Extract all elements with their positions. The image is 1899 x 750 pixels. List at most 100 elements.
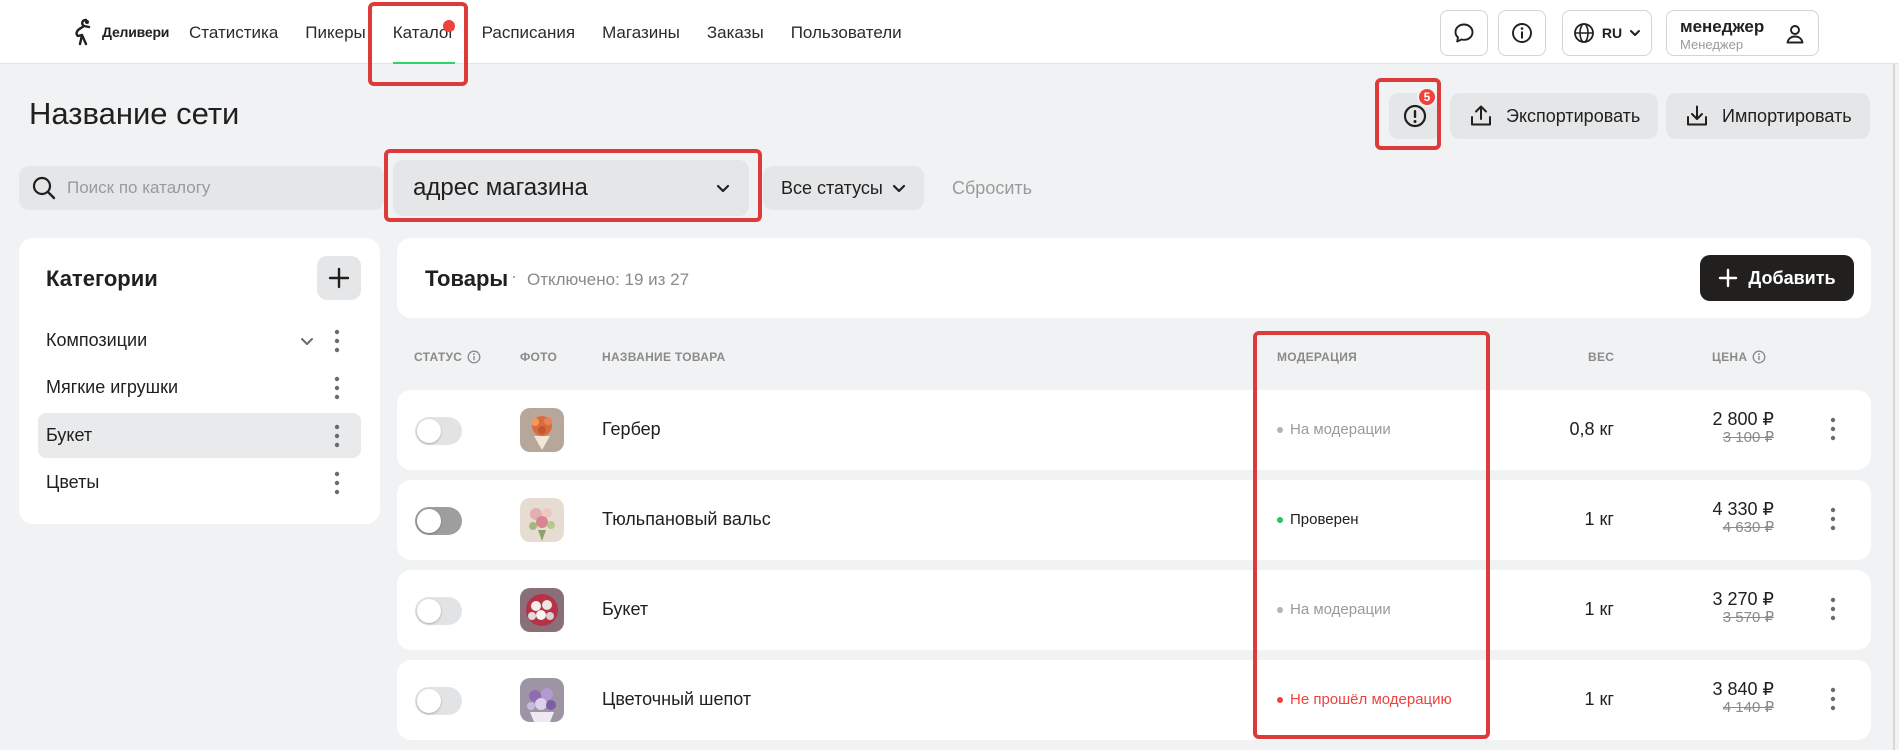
product-photo[interactable] bbox=[520, 588, 564, 632]
nav-pickers[interactable]: Пикеры bbox=[305, 0, 365, 64]
chevron-down-icon[interactable] bbox=[299, 333, 315, 349]
price-current: 3 840 ₽ bbox=[1712, 679, 1775, 699]
plus-icon bbox=[1719, 268, 1738, 288]
language-label: RU bbox=[1601, 25, 1623, 41]
moderation-status: На модерации bbox=[1277, 601, 1391, 618]
col-header-photo: ФОТО bbox=[520, 350, 558, 364]
table-row[interactable]: Тюльпановый вальс Проверен 1 кг 4 330 ₽ … bbox=[397, 480, 1871, 560]
status-toggle[interactable] bbox=[415, 507, 462, 535]
table-row[interactable]: Букет На модерации 1 кг 3 270 ₽ 3 570 ₽ bbox=[397, 570, 1871, 650]
nav-statistics[interactable]: Статистика bbox=[189, 0, 278, 64]
moderation-label: На модерации bbox=[1290, 601, 1391, 618]
category-label: Букет bbox=[46, 425, 93, 445]
product-name[interactable]: Тюльпановый вальс bbox=[602, 509, 771, 530]
more-vertical-icon[interactable] bbox=[333, 470, 341, 496]
category-label: Композиции bbox=[46, 330, 148, 350]
status-toggle[interactable] bbox=[415, 417, 462, 445]
status-toggle[interactable] bbox=[415, 597, 462, 625]
category-item[interactable]: Цветы bbox=[38, 460, 361, 505]
nav-users[interactable]: Пользователи bbox=[791, 0, 902, 64]
col-header-status: СТАТУС bbox=[414, 350, 481, 364]
store-address-select[interactable]: адрес магазина bbox=[393, 160, 749, 216]
col-price-label: ЦЕНА bbox=[1712, 350, 1748, 364]
bouquet-thumbnail-icon bbox=[520, 498, 564, 542]
toggle-knob bbox=[417, 509, 441, 533]
nav-orders[interactable]: Заказы bbox=[707, 0, 764, 64]
info-button[interactable] bbox=[1498, 10, 1546, 56]
catalog-search[interactable] bbox=[19, 166, 384, 210]
table-row[interactable]: Гербер На модерации 0,8 кг 2 800 ₽ 3 100… bbox=[397, 390, 1871, 470]
more-vertical-icon[interactable] bbox=[1829, 416, 1837, 442]
info-icon bbox=[1512, 23, 1532, 43]
category-item-selected[interactable]: Букет bbox=[38, 413, 361, 458]
search-input[interactable] bbox=[67, 178, 367, 198]
category-item[interactable]: Мягкие игрушки bbox=[38, 365, 361, 410]
reset-filters-button[interactable]: Сбросить bbox=[952, 178, 1032, 199]
info-icon[interactable] bbox=[1752, 350, 1766, 364]
add-category-button[interactable] bbox=[317, 256, 361, 300]
product-photo[interactable] bbox=[520, 498, 564, 542]
moderation-dot bbox=[1277, 516, 1283, 523]
toggle-knob bbox=[417, 599, 441, 623]
add-product-button[interactable]: Добавить bbox=[1700, 255, 1854, 301]
moderation-dot bbox=[1277, 426, 1283, 433]
main-nav: Статистика Пикеры Каталог Расписания Маг… bbox=[189, 0, 929, 64]
product-name[interactable]: Букет bbox=[602, 599, 648, 620]
status-filter-select[interactable]: Все статусы bbox=[763, 166, 924, 210]
moderation-label: Не прошёл модерацию bbox=[1290, 691, 1452, 708]
product-name[interactable]: Гербер bbox=[602, 419, 661, 440]
user-name: менеджер bbox=[1680, 17, 1765, 36]
bouquet-thumbnail-icon bbox=[520, 678, 564, 722]
nav-catalog[interactable]: Каталог bbox=[392, 0, 455, 64]
store-address-value: адрес магазина bbox=[413, 174, 588, 201]
page-title: Название сети bbox=[29, 96, 240, 131]
import-button[interactable]: Импортировать bbox=[1666, 93, 1870, 139]
more-vertical-icon[interactable] bbox=[1829, 686, 1837, 712]
price-current: 2 800 ₽ bbox=[1712, 409, 1775, 429]
nav-stores[interactable]: Магазины bbox=[602, 0, 680, 64]
search-icon bbox=[32, 176, 56, 200]
import-label: Импортировать bbox=[1722, 105, 1852, 126]
bouquet-thumbnail-icon bbox=[520, 408, 564, 452]
chat-icon bbox=[1454, 23, 1474, 43]
globe-icon bbox=[1573, 23, 1594, 43]
price-current: 4 330 ₽ bbox=[1712, 499, 1775, 519]
user-role: Менеджер bbox=[1680, 37, 1744, 52]
toggle-knob bbox=[417, 689, 441, 713]
title-separator: · bbox=[511, 266, 517, 286]
product-price: 2 800 ₽ 3 100 ₽ bbox=[1713, 409, 1775, 446]
product-photo[interactable] bbox=[520, 678, 564, 722]
status-filter-value: Все статусы bbox=[781, 177, 883, 198]
chat-button[interactable] bbox=[1440, 10, 1488, 56]
ostrich-logo-icon bbox=[75, 18, 91, 46]
product-name[interactable]: Цветочный шепот bbox=[602, 689, 751, 710]
add-product-label: Добавить bbox=[1748, 267, 1836, 288]
language-select[interactable]: RU bbox=[1562, 10, 1652, 56]
chevron-down-icon bbox=[892, 184, 905, 193]
nav-schedules[interactable]: Расписания bbox=[482, 0, 575, 64]
categories-title: Категории bbox=[46, 266, 158, 291]
status-toggle[interactable] bbox=[415, 687, 462, 715]
col-header-moderation: МОДЕРАЦИЯ bbox=[1277, 350, 1358, 364]
category-item[interactable]: Композиции bbox=[38, 318, 361, 363]
export-button[interactable]: Экспортировать bbox=[1450, 93, 1659, 139]
brand-logo[interactable]: Деливери bbox=[72, 18, 169, 46]
col-status-label: СТАТУС bbox=[414, 350, 463, 364]
product-price: 3 270 ₽ 3 570 ₽ bbox=[1713, 589, 1775, 626]
more-vertical-icon[interactable] bbox=[1829, 506, 1837, 532]
categories-panel: Категории Композиции Мягкие игрушки Буке… bbox=[19, 238, 380, 524]
more-vertical-icon[interactable] bbox=[333, 328, 341, 354]
more-vertical-icon[interactable] bbox=[333, 375, 341, 401]
chevron-down-icon bbox=[716, 184, 730, 193]
more-vertical-icon[interactable] bbox=[333, 423, 341, 449]
user-menu[interactable]: менеджер Менеджер bbox=[1666, 10, 1819, 56]
more-vertical-icon[interactable] bbox=[1829, 596, 1837, 622]
info-icon[interactable] bbox=[467, 350, 481, 364]
table-row[interactable]: Цветочный шепот Не прошёл модерацию 1 кг… bbox=[397, 660, 1871, 740]
page-scrollbar[interactable] bbox=[1893, 64, 1895, 750]
upload-icon bbox=[1471, 105, 1491, 126]
product-photo[interactable] bbox=[520, 408, 564, 452]
col-header-price: ЦЕНА bbox=[1712, 350, 1766, 364]
product-price: 3 840 ₽ 4 140 ₽ bbox=[1713, 679, 1775, 716]
exclamation-circle-icon bbox=[1403, 104, 1427, 128]
